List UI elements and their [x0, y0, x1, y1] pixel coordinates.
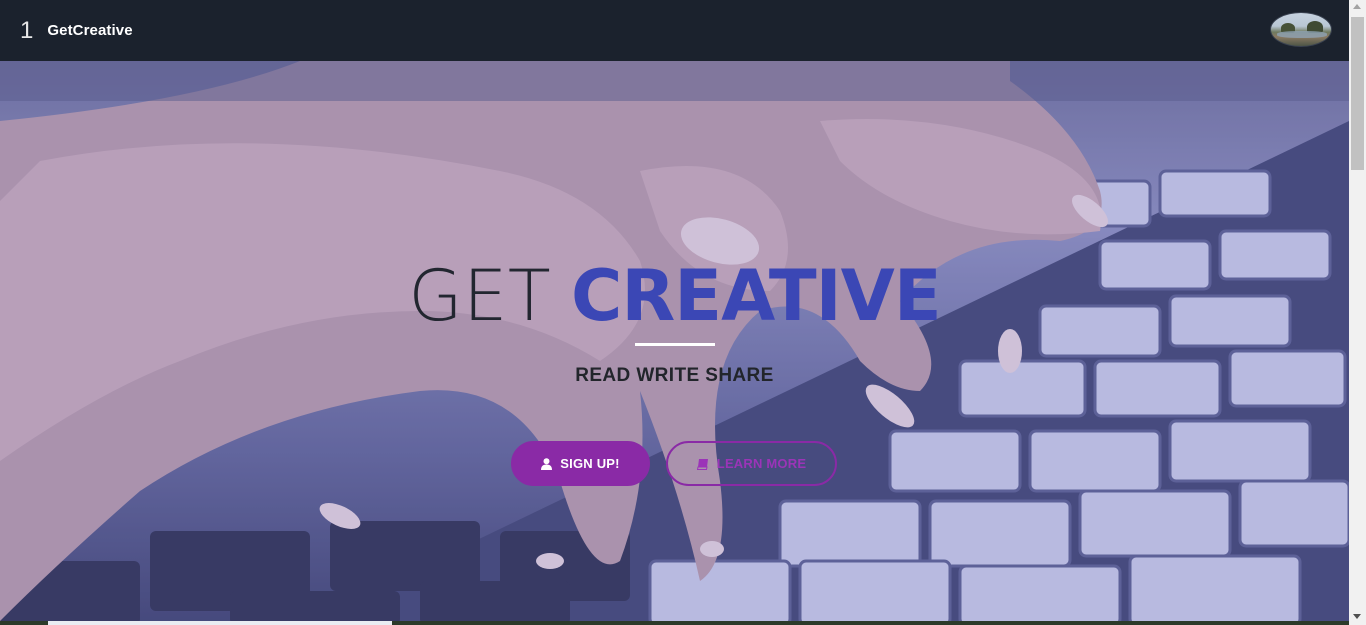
- scroll-down-arrow-icon[interactable]: [1353, 614, 1361, 619]
- sign-up-button[interactable]: SIGN UP!: [511, 441, 650, 486]
- hero-title-light: GET: [408, 255, 552, 337]
- hero-title-bold: CREATIVE: [571, 255, 942, 337]
- book-icon: [696, 458, 709, 470]
- brand-number[interactable]: 1: [20, 18, 33, 43]
- title-divider: [635, 343, 715, 346]
- scroll-up-arrow-icon[interactable]: [1353, 4, 1361, 9]
- user-icon: [541, 457, 553, 470]
- page-load-progress: [48, 621, 392, 625]
- user-avatar[interactable]: [1270, 12, 1332, 47]
- hero-title: GET CREATIVE: [0, 257, 1349, 335]
- top-navbar: 1 GetCreative: [0, 0, 1349, 61]
- scrollbar-thumb[interactable]: [1351, 17, 1364, 170]
- hero-tagline: READ WRITE SHARE: [575, 365, 774, 386]
- avatar-lake: [1277, 31, 1327, 38]
- sign-up-button-label: SIGN UP!: [560, 456, 620, 471]
- vertical-scrollbar[interactable]: [1349, 0, 1366, 625]
- hero-section: GET CREATIVE READ WRITE SHARE SIGN UP! L…: [0, 61, 1349, 625]
- brand-name[interactable]: GetCreative: [47, 22, 132, 39]
- learn-more-button-label: LEARN MORE: [716, 456, 807, 471]
- learn-more-button[interactable]: LEARN MORE: [666, 441, 837, 486]
